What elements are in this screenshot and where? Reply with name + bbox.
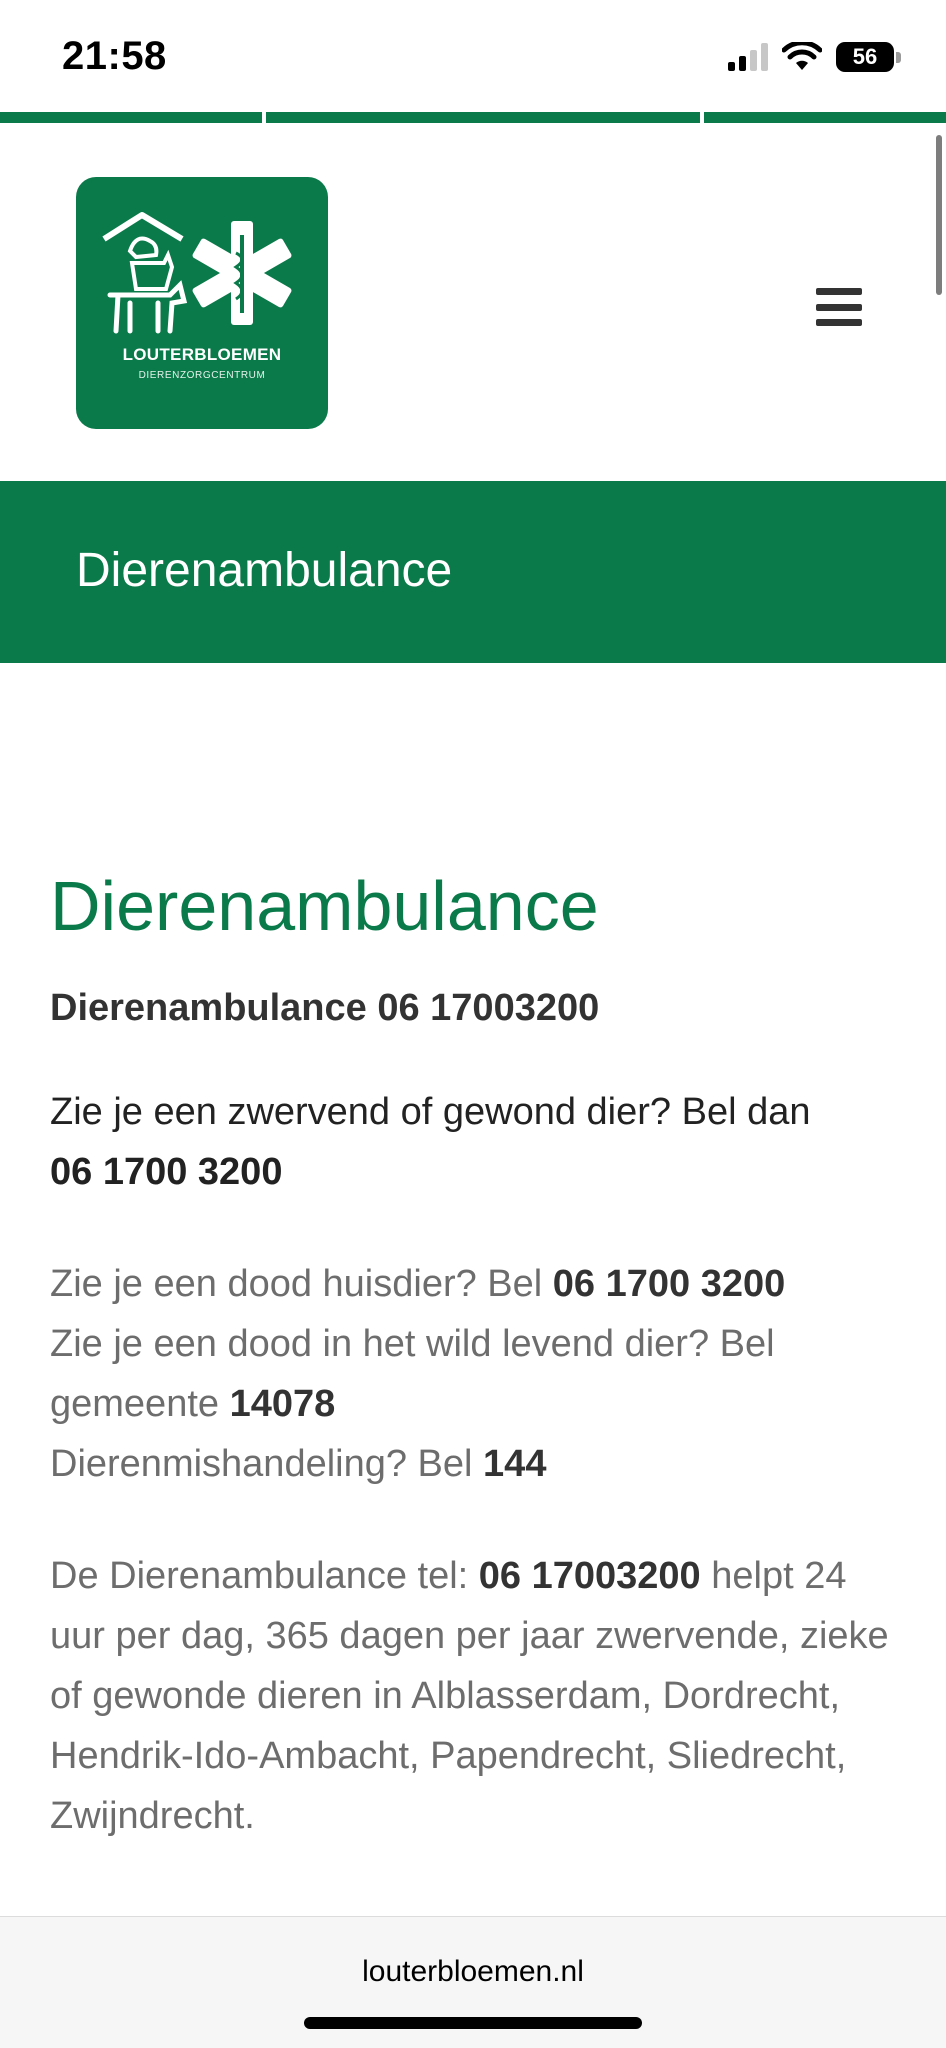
stray-phone-link[interactable]: 06 1700 3200 [50, 1142, 896, 1202]
abuse-phone-link[interactable]: 144 [483, 1443, 546, 1485]
status-time: 21:58 [62, 34, 167, 78]
service-intro: De Dierenambulance tel: [50, 1555, 469, 1597]
contact-paragraph: Zie je een dood huisdier? Bel 06 1700 32… [50, 1254, 896, 1494]
url-text[interactable]: louterbloemen.nl [0, 1955, 946, 1989]
service-phone-link[interactable]: 06 17003200 [479, 1555, 701, 1597]
battery-level: 56 [852, 44, 878, 69]
site-header: LOUTERBLOEMEN DIERENZORGCENTRUM [0, 123, 946, 481]
main-content: Dierenambulance Dierenambulance 06 17003… [0, 663, 946, 1846]
page-banner: Dierenambulance [0, 481, 946, 663]
animals-ambulance-icon [102, 212, 292, 334]
logo-subtitle: DIERENZORGCENTRUM [138, 370, 266, 381]
home-indicator[interactable] [304, 2017, 642, 2029]
emergency-number[interactable]: Dierenambulance 06 17003200 [50, 987, 896, 1030]
hamburger-icon[interactable] [816, 288, 862, 326]
abuse-text: Dierenmishandeling? Bel [50, 1443, 473, 1485]
signal-icon [728, 43, 768, 71]
browser-url-bar[interactable]: louterbloemen.nl [0, 1916, 946, 2048]
top-accent-bar [0, 112, 946, 123]
status-icons: 56 [728, 42, 901, 72]
service-text: helpt 24 uur per dag, 365 dagen per jaar… [50, 1555, 889, 1837]
dead-pet-text: Zie je een dood huisdier? Bel [50, 1263, 543, 1305]
battery-icon: 56 [836, 42, 901, 72]
scrollbar[interactable] [936, 135, 946, 295]
dead-wild-text: Zie je een dood in het wild levend dier?… [50, 1323, 775, 1425]
service-paragraph: De Dierenambulance tel: 06 17003200 help… [50, 1546, 896, 1846]
logo-title: LOUTERBLOEMEN [122, 345, 282, 364]
dead-pet-phone-link[interactable]: 06 1700 3200 [553, 1263, 785, 1305]
wifi-icon [782, 42, 822, 70]
status-bar: 21:58 56 [0, 0, 946, 112]
banner-title: Dierenambulance [76, 544, 453, 597]
site-logo[interactable]: LOUTERBLOEMEN DIERENZORGCENTRUM [76, 177, 328, 429]
gemeente-phone-link[interactable]: 14078 [230, 1383, 336, 1425]
stray-animal-paragraph: Zie je een zwervend of gewond dier? Bel … [50, 1082, 896, 1202]
page-title: Dierenambulance [50, 867, 599, 945]
stray-text: Zie je een zwervend of gewond dier? Bel … [50, 1091, 811, 1133]
